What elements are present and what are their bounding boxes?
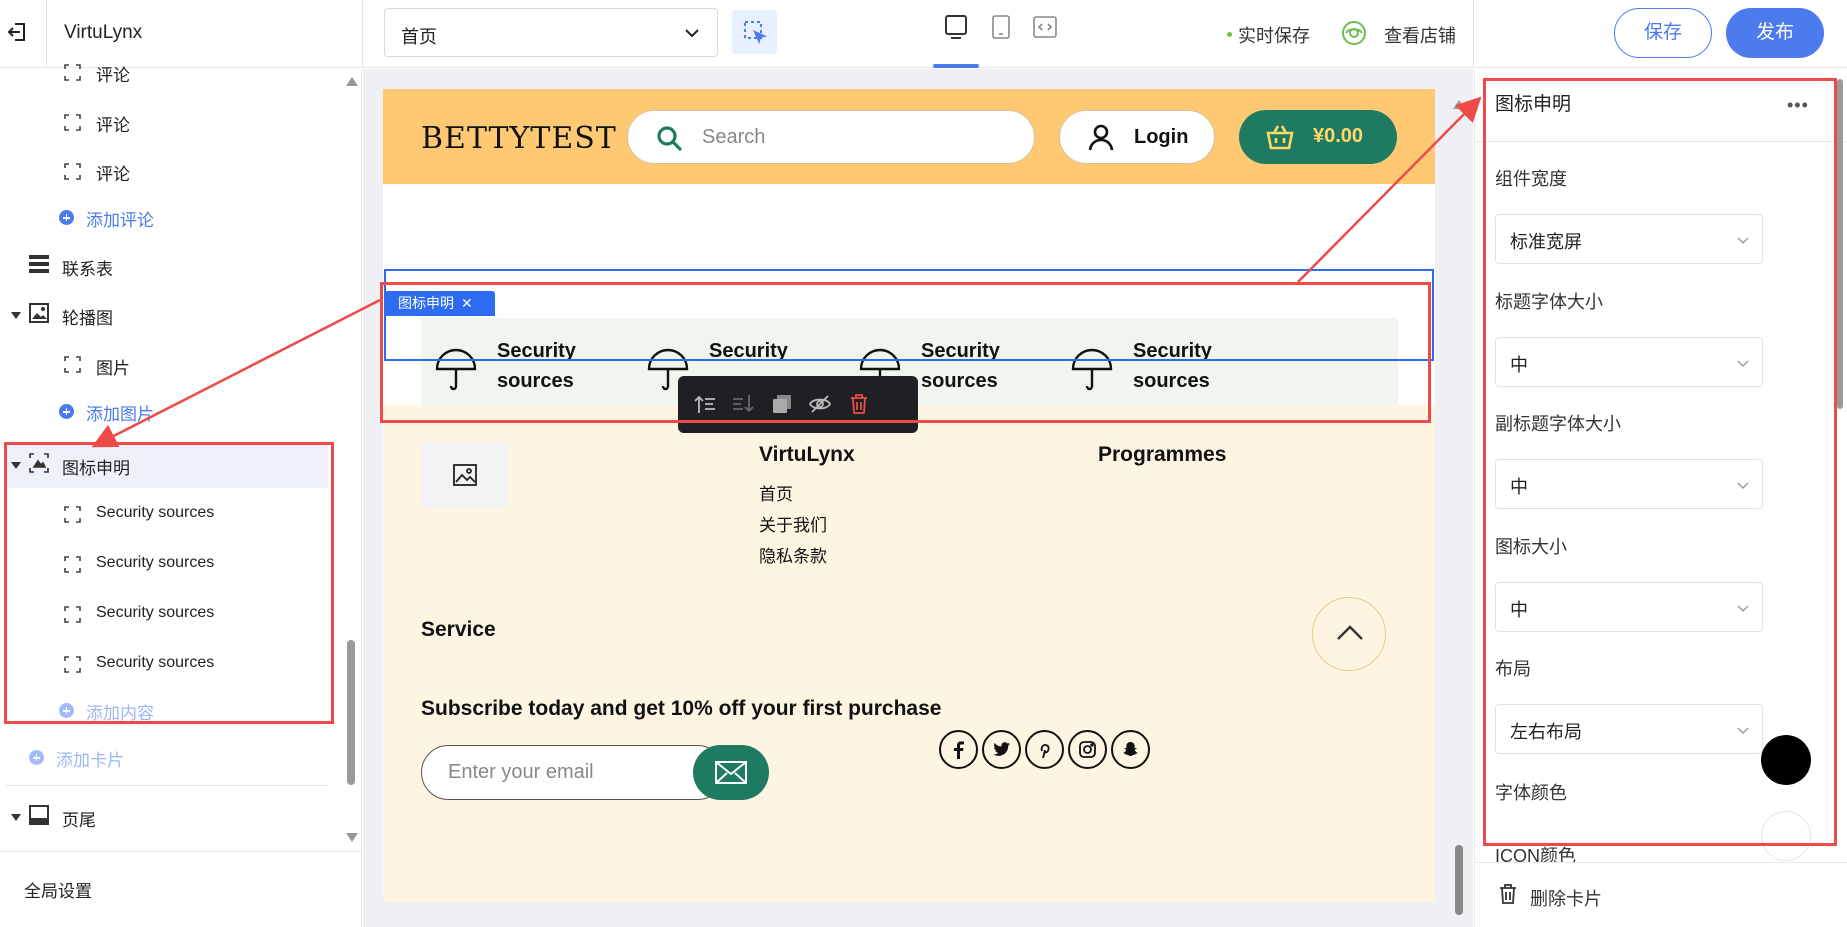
add-icon [59, 404, 74, 419]
subscribe-heading: Subscribe today and get 10% off your fir… [421, 697, 942, 720]
bracket-icon [64, 163, 81, 180]
login-button[interactable]: Login [1059, 110, 1215, 164]
bracket-icon [64, 356, 81, 373]
store-brand[interactable]: BETTYTEST [421, 121, 617, 156]
divider [46, 0, 47, 68]
footer-icon [29, 805, 49, 825]
eye-icon[interactable] [1340, 19, 1368, 47]
select-cursor-icon [744, 21, 767, 44]
scrollbar-thumb[interactable] [347, 640, 355, 785]
trash-icon[interactable] [1497, 883, 1519, 905]
scroll-down-arrow[interactable] [346, 833, 358, 842]
exit-icon[interactable] [6, 20, 30, 44]
select-tool-button[interactable] [732, 10, 777, 54]
footer-service-title: Service [421, 618, 496, 641]
instagram-icon[interactable] [1068, 730, 1107, 769]
footer-col1-title: VirtuLynx [759, 443, 855, 466]
tree-item-review[interactable]: 评论 [96, 111, 130, 136]
annotation-box-center [380, 282, 1431, 423]
annotation-box-right [1483, 78, 1837, 846]
tablet-view-icon[interactable] [988, 14, 1014, 40]
divider [6, 785, 328, 786]
envelope-icon [715, 761, 747, 784]
facebook-icon[interactable] [939, 730, 978, 769]
annotation-box-left [4, 442, 334, 724]
add-card-link[interactable]: 添加卡片 [56, 746, 124, 771]
add-icon [59, 210, 74, 225]
search-icon [657, 126, 682, 151]
global-settings-link[interactable]: 全局设置 [24, 877, 92, 902]
snapchat-icon[interactable] [1111, 730, 1150, 769]
scrollbar-thumb[interactable] [1837, 79, 1843, 409]
email-input[interactable]: Enter your email [421, 745, 725, 800]
footer-link-home[interactable]: 首页 [759, 480, 793, 505]
delete-card-button[interactable]: 删除卡片 [1530, 885, 1602, 911]
save-button[interactable]: 保存 [1614, 8, 1712, 58]
tree-item-review[interactable]: 评论 [96, 160, 130, 185]
image-icon [29, 303, 49, 323]
cart-button[interactable]: ¥0.00 [1239, 110, 1397, 164]
tree-item-carousel[interactable]: 轮播图 [62, 304, 113, 329]
back-to-top-button[interactable] [1312, 597, 1386, 671]
settings-footer: 删除卡片 [1475, 862, 1847, 927]
store-search-input[interactable]: Search [627, 110, 1035, 164]
active-view-indicator [933, 64, 979, 68]
pinterest-icon[interactable] [1025, 730, 1064, 769]
top-bar: VirtuLynx 首页 实时保存 查看店铺 保存 发布 [0, 0, 1847, 68]
canvas-scrollbar-thumb[interactable] [1455, 845, 1463, 915]
chevron-up-icon [1337, 625, 1363, 640]
autosave-status-dot [1227, 32, 1232, 37]
bracket-icon [64, 64, 81, 81]
footer-col2-title: Programmes [1098, 443, 1227, 466]
footer-link-privacy[interactable]: 隐私条款 [759, 542, 827, 567]
page-select[interactable]: 首页 [384, 8, 718, 57]
store-header: BETTYTEST Search Login ¥0.00 [383, 89, 1435, 184]
scroll-up-arrow[interactable] [1453, 100, 1465, 109]
add-icon [29, 750, 44, 765]
image-placeholder-icon [453, 464, 477, 486]
divider [1473, 0, 1474, 68]
scroll-up-arrow[interactable] [346, 77, 358, 86]
search-placeholder: Search [702, 126, 766, 148]
footer-logo-placeholder[interactable] [421, 442, 509, 508]
store-footer: VirtuLynx 首页 关于我们 隐私条款 Programmes Servic… [383, 405, 1435, 902]
expand-caret-icon[interactable] [11, 312, 21, 319]
login-label: Login [1134, 126, 1189, 148]
twitter-icon[interactable] [982, 730, 1021, 769]
view-store-link[interactable]: 查看店铺 [1384, 22, 1456, 48]
page-select-value: 首页 [401, 27, 437, 47]
code-view-icon[interactable] [1032, 14, 1058, 40]
divider [0, 851, 362, 852]
basket-icon [1266, 125, 1294, 150]
bracket-icon [64, 114, 81, 131]
tree-item-footer[interactable]: 页尾 [62, 806, 96, 831]
app-title: VirtuLynx [64, 22, 143, 43]
publish-button[interactable]: 发布 [1726, 8, 1824, 58]
expand-caret-icon[interactable] [11, 814, 21, 821]
footer-link-about[interactable]: 关于我们 [759, 511, 827, 536]
divider [362, 0, 363, 68]
cart-total: ¥0.00 [1313, 125, 1364, 147]
add-review-link[interactable]: 添加评论 [86, 206, 154, 231]
store-preview: BETTYTEST Search Login ¥0.00 图标申明 ✕ Secur… [383, 89, 1435, 902]
chevron-down-icon [685, 29, 699, 38]
desktop-view-icon[interactable] [943, 14, 969, 40]
autosave-status: 实时保存 [1238, 26, 1310, 46]
tree-item-image[interactable]: 图片 [96, 354, 130, 379]
add-image-link[interactable]: 添加图片 [86, 400, 154, 425]
user-icon [1088, 124, 1114, 151]
email-placeholder: Enter your email [448, 761, 594, 783]
subscribe-button[interactable] [693, 745, 769, 800]
form-icon [29, 255, 49, 273]
tree-item-review[interactable]: 评论 [96, 61, 130, 86]
tree-item-contact-form[interactable]: 联系表 [62, 255, 113, 280]
